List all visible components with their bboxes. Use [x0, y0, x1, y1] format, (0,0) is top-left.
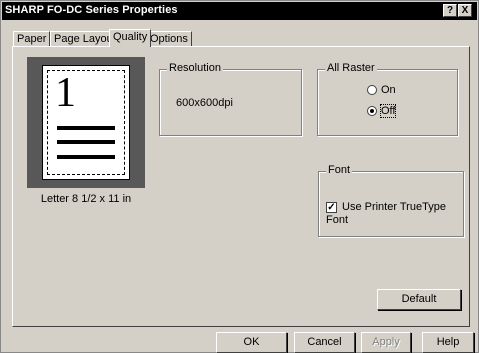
resolution-value: 600x600dpi [176, 97, 233, 109]
font-group: Font ✓ Use Printer TrueType Font [318, 164, 464, 237]
title-bar[interactable]: SHARP FO-DC Series Properties ? X [2, 2, 477, 20]
help-title-button[interactable]: ? [443, 4, 457, 17]
raster-off-option[interactable]: Off [367, 104, 397, 118]
cancel-button[interactable]: Cancel [294, 332, 355, 353]
ok-button[interactable]: OK [216, 332, 287, 353]
preview-page: 1 [42, 65, 130, 180]
preview-text-line [57, 140, 115, 144]
help-button[interactable]: Help [422, 332, 474, 353]
properties-dialog: SHARP FO-DC Series Properties ? X Paper … [0, 0, 479, 353]
use-truetype-checkbox[interactable]: ✓ [326, 201, 337, 213]
window-title: SHARP FO-DC Series Properties [5, 4, 178, 16]
tab-options[interactable]: Options [146, 31, 192, 46]
preview-text-line [57, 155, 115, 159]
all-raster-group-label: All Raster [325, 62, 377, 74]
close-icon[interactable]: X [458, 4, 472, 17]
page-preview: 1 [27, 57, 145, 188]
raster-on-radio[interactable] [367, 85, 377, 96]
use-truetype-label[interactable]: Use Printer TrueType Font [326, 201, 446, 226]
preview-text-line [57, 126, 115, 130]
font-group-label: Font [326, 164, 353, 176]
raster-off-label[interactable]: Off [379, 104, 397, 118]
tab-quality[interactable]: Quality [109, 29, 152, 47]
default-button[interactable]: Default [377, 289, 461, 310]
resolution-group: Resolution 600x600dpi [159, 62, 302, 136]
preview-page-number: 1 [55, 70, 76, 116]
raster-on-label[interactable]: On [381, 84, 396, 96]
tab-paper[interactable]: Paper [13, 31, 51, 46]
apply-button[interactable]: Apply [361, 332, 411, 353]
all-raster-group: All Raster On Off [317, 62, 458, 136]
resolution-group-label: Resolution [167, 62, 223, 74]
paper-size-label: Letter 8 1/2 x 11 in [40, 193, 132, 205]
use-truetype-option[interactable]: ✓ Use Printer TrueType Font [326, 201, 463, 227]
raster-off-radio[interactable] [367, 106, 377, 117]
raster-on-option[interactable]: On [367, 84, 396, 97]
